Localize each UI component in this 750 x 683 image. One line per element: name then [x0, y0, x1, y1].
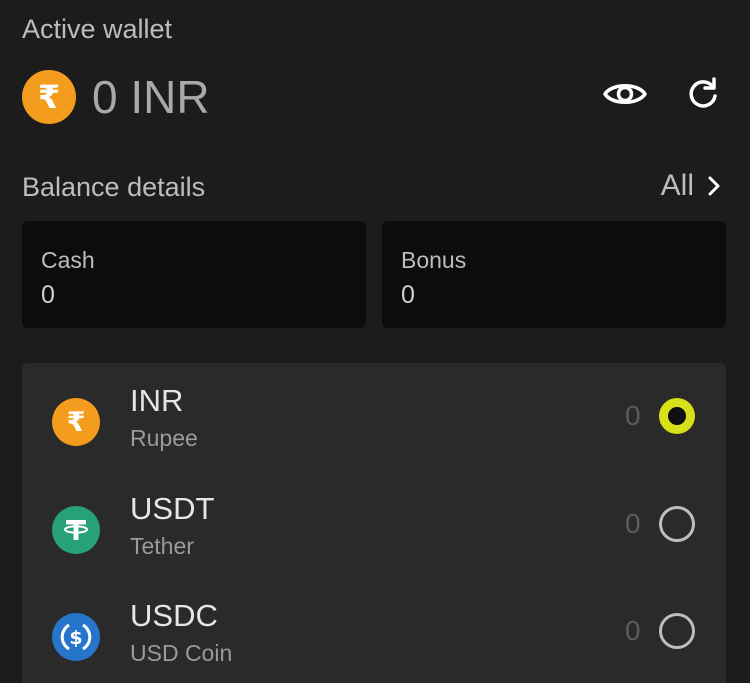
- currency-name: USD Coin: [130, 640, 233, 666]
- radio-dot: [668, 407, 686, 425]
- currency-balance: 0: [625, 400, 641, 431]
- eye-icon: [603, 84, 647, 104]
- cash-value: 0: [41, 281, 55, 309]
- tether-icon: [52, 506, 100, 554]
- currency-option-usdt[interactable]: USDT Tether 0: [22, 489, 726, 589]
- toggle-visibility-button[interactable]: [603, 72, 647, 116]
- wallet-page: Active wallet ₹ 0 INR Balance details Al…: [0, 0, 750, 683]
- active-wallet-label: Active wallet: [22, 14, 173, 44]
- currency-balance: 0: [625, 615, 641, 646]
- rupee-symbol: ₹: [66, 406, 86, 437]
- bonus-value: 0: [401, 281, 415, 309]
- bonus-label: Bonus: [401, 247, 467, 273]
- currency-option-inr[interactable]: ₹ INR Rupee 0: [22, 381, 726, 481]
- currency-name: Tether: [130, 533, 194, 559]
- rupee-coin-icon: ₹: [22, 70, 76, 124]
- active-wallet-summary: ₹ 0 INR: [22, 70, 210, 124]
- tether-glyph: [64, 520, 88, 540]
- usdc-glyph: $: [60, 623, 92, 651]
- usdc-icon: $: [52, 613, 100, 661]
- refresh-icon: [689, 77, 717, 108]
- currency-radio[interactable]: [659, 613, 695, 649]
- wallet-amount: 0 INR: [92, 71, 210, 123]
- currency-name: Rupee: [130, 425, 198, 451]
- currency-code: USDC: [130, 598, 218, 633]
- chevron-right-icon: [708, 176, 720, 196]
- all-balances-link[interactable]: All: [661, 168, 720, 204]
- currency-code: USDT: [130, 491, 215, 526]
- cash-label: Cash: [41, 247, 95, 273]
- svg-text:$: $: [69, 627, 82, 649]
- currency-list: ₹ INR Rupee 0 USDT Tether 0 $ USDC USD C…: [22, 363, 726, 683]
- rupee-coin-icon: ₹: [52, 398, 100, 446]
- balance-details-title: Balance details: [22, 172, 206, 202]
- bonus-balance-card: Bonus 0: [382, 221, 726, 328]
- currency-radio-selected[interactable]: [659, 398, 695, 434]
- currency-code: INR: [130, 383, 184, 418]
- all-link-label: All: [660, 169, 694, 202]
- currency-option-usdc[interactable]: $ USDC USD Coin 0: [22, 596, 726, 683]
- currency-radio[interactable]: [659, 506, 695, 542]
- refresh-button[interactable]: [681, 72, 725, 116]
- currency-balance: 0: [625, 508, 641, 539]
- rupee-symbol: ₹: [37, 79, 61, 115]
- cash-balance-card: Cash 0: [22, 221, 366, 328]
